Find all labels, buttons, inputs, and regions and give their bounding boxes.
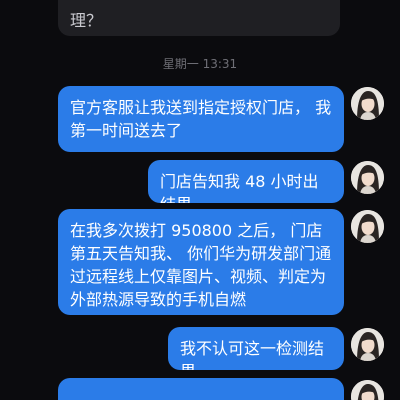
outgoing-message-bubble[interactable]: 我不认可这一检测结果 [168,327,344,370]
chat-timestamp: 星期一 13:31 [162,57,238,71]
outgoing-message-bubble[interactable]: 官方客服让我送到指定授权门店， 我第一时间送去了 [58,86,344,152]
incoming-message-clipped-line [70,0,328,10]
avatar[interactable] [351,161,384,194]
avatar[interactable] [351,87,384,120]
avatar[interactable] [351,380,384,400]
outgoing-message-bubble[interactable]: 门店告知我 48 小时出结果 [148,160,344,203]
outgoing-message-text: 官方客服让我送到指定授权门店， 我第一时间送去了 [70,98,332,140]
outgoing-message-text: 在我多次拨打 950800 之后， 门店第五天告知我、 你们华为研发部门通过远程… [70,221,332,309]
avatar-portrait-icon [351,328,384,361]
outgoing-message-bubble[interactable] [58,378,344,400]
avatar[interactable] [351,328,384,361]
outgoing-message-text: 门店告知我 48 小时出结果 [160,172,319,203]
incoming-message-bubble[interactable]: 理？ [58,0,340,36]
incoming-message-text: 理？ [70,11,103,30]
avatar-portrait-icon [351,87,384,120]
outgoing-message-bubble[interactable]: 在我多次拨打 950800 之后， 门店第五天告知我、 你们华为研发部门通过远程… [58,209,344,315]
chat-screen: 理？ 星期一 13:31 官方客服让我送到指定授权门店， 我第一时间送去了 门店… [0,0,400,400]
avatar[interactable] [351,210,384,243]
avatar-portrait-icon [351,161,384,194]
avatar-portrait-icon [351,380,384,400]
outgoing-message-text: 我不认可这一检测结果 [180,339,325,370]
avatar-portrait-icon [351,210,384,243]
